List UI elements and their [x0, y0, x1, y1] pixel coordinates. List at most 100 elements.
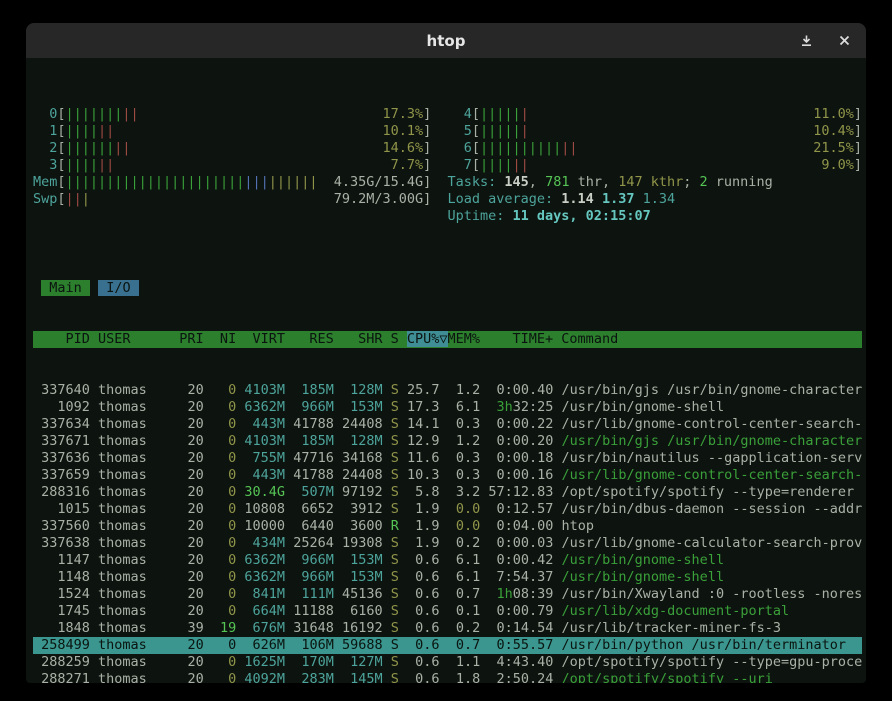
- cell-command: /usr/lib/gnome-control-center-search-: [562, 467, 863, 483]
- meter-line: 0[|||||||||17.3%] 4[||||||11.0%]: [33, 106, 862, 123]
- meter-label: Mem: [33, 174, 57, 191]
- cpu-meter-1: 1[||||||10.1%]: [33, 123, 431, 140]
- cell-res: 31648: [293, 620, 334, 636]
- meter-ticks-green: ||||: [480, 157, 513, 173]
- cell-mem: 1.2: [448, 382, 481, 398]
- meter-ticks-red: |: [521, 106, 529, 122]
- close-icon[interactable]: [836, 33, 852, 49]
- cell-cpu: 12.9: [407, 433, 440, 449]
- process-row[interactable]: 337671 thomas 20 0 4103M 185M 128M S 12.…: [33, 433, 862, 450]
- process-row[interactable]: 337636 thomas 20 0 755M 47716 34168 S 11…: [33, 450, 862, 467]
- tab-main[interactable]: Main: [41, 280, 90, 296]
- process-row[interactable]: 288316 thomas 20 0 30.4G 507M 97192 S 5.…: [33, 484, 862, 501]
- process-row[interactable]: 1524 thomas 20 0 841M 111M 45136 S 0.6 0…: [33, 586, 862, 603]
- meter-bar: |||||||||||||||||||||||||||||||4.35G/15.…: [66, 174, 424, 191]
- cell-mem: 0.7: [448, 586, 481, 602]
- cell-ni: 0: [212, 603, 236, 619]
- meter-ticks-red: ||: [513, 157, 529, 173]
- memory-meter: Mem[|||||||||||||||||||||||||||||||4.35G…: [33, 174, 431, 191]
- cell-cpu: 25.7: [407, 382, 440, 398]
- group-broadcast-icon[interactable]: [798, 33, 814, 49]
- cell-s: S: [391, 603, 399, 619]
- cell-command: /opt/spotify/spotify --type=renderer: [562, 484, 855, 500]
- cell-res: 41788: [293, 467, 334, 483]
- meter-ticks-green: ||||||||||: [480, 140, 561, 156]
- cell-user: thomas: [98, 654, 171, 670]
- meter-label: Swp: [33, 191, 57, 208]
- meter-ticks-green: ||||||||||||||||||||||: [66, 174, 245, 190]
- cell-s: S: [391, 637, 399, 653]
- cell-ni: 0: [212, 518, 236, 534]
- cell-s: S: [391, 450, 399, 466]
- cell-res: 47716: [293, 450, 334, 466]
- tasks-summary: Tasks: 145, 781 thr, 147 kthr; 2 running: [448, 174, 773, 191]
- cell-time: 0:00.42: [488, 552, 553, 568]
- cell-shr: 153M: [342, 569, 383, 585]
- meter-value: 21.5%: [813, 140, 854, 157]
- process-row-selected[interactable]: 258499 thomas 20 0 626M 106M 59688 S 0.6…: [33, 637, 862, 654]
- cell-pri: 20: [179, 569, 203, 585]
- process-table-header[interactable]: PID USER PRI NI VIRT RES SHR S CPU%▽MEM%…: [33, 331, 862, 348]
- window-titlebar[interactable]: htop: [26, 23, 866, 58]
- process-row[interactable]: 337638 thomas 20 0 434M 25264 19308 S 1.…: [33, 535, 862, 552]
- process-row[interactable]: 337560 thomas 20 0 10000 6440 3600 R 1.9…: [33, 518, 862, 535]
- cell-ni: 0: [212, 552, 236, 568]
- process-row[interactable]: 288259 thomas 20 0 1625M 170M 127M S 0.6…: [33, 654, 862, 671]
- meter-bracket: ]: [854, 106, 862, 123]
- process-row[interactable]: 1092 thomas 20 0 6362M 966M 153M S 17.3 …: [33, 399, 862, 416]
- cell-mem: 0.0: [448, 518, 481, 534]
- cell-virt: 755M: [244, 450, 285, 466]
- process-row[interactable]: 288271 thomas 20 0 4092M 283M 145M S 0.6…: [33, 671, 862, 683]
- meter-ticks-green: |||||: [480, 123, 521, 139]
- meter-bracket: ]: [423, 191, 431, 208]
- tab-io[interactable]: I/O: [98, 280, 139, 296]
- cell-ni: 0: [212, 399, 236, 415]
- process-row[interactable]: 337640 thomas 20 0 4103M 185M 128M S 25.…: [33, 382, 862, 399]
- cell-pri: 20: [179, 501, 203, 517]
- cell-pri: 20: [179, 586, 203, 602]
- meter-ticks-green: |||||||: [66, 106, 123, 122]
- cell-shr: 128M: [342, 433, 383, 449]
- process-row[interactable]: 1148 thomas 20 0 6362M 966M 153M S 0.6 6…: [33, 569, 862, 586]
- cell-mem: 0.2: [448, 535, 481, 551]
- header-columns: PID USER PRI NI VIRT RES SHR S: [33, 331, 407, 347]
- process-row[interactable]: 337634 thomas 20 0 443M 41788 24408 S 14…: [33, 416, 862, 433]
- cell-mem: 6.1: [448, 552, 481, 568]
- process-row[interactable]: 1147 thomas 20 0 6362M 966M 153M S 0.6 6…: [33, 552, 862, 569]
- cell-time: 0:55.57: [488, 637, 553, 653]
- meter-bracket: ]: [854, 157, 862, 174]
- cell-mem: 0.3: [448, 467, 481, 483]
- cell-shr: 34168: [342, 450, 383, 466]
- meter-label: 3: [33, 157, 57, 174]
- process-row[interactable]: 1745 thomas 20 0 664M 11188 6160 S 0.6 0…: [33, 603, 862, 620]
- cell-pid: 1745: [33, 603, 90, 619]
- cell-ni: 0: [212, 535, 236, 551]
- cell-ni: 0: [212, 654, 236, 670]
- meter-line: Mem[|||||||||||||||||||||||||||||||4.35G…: [33, 174, 862, 191]
- meter-bracket: [: [472, 106, 480, 123]
- cell-ni: 0: [212, 484, 236, 500]
- meter-label: 7: [448, 157, 472, 174]
- process-row[interactable]: 337659 thomas 20 0 443M 41788 24408 S 10…: [33, 467, 862, 484]
- meter-ticks-olive: |: [82, 191, 90, 207]
- cell-cpu: 5.8: [407, 484, 440, 500]
- cell-cpu: 0.6: [407, 637, 440, 653]
- cell-pri: 20: [179, 654, 203, 670]
- cell-cpu: 1.9: [407, 535, 440, 551]
- process-row[interactable]: 1848 thomas 39 19 676M 31648 16192 S 0.6…: [33, 620, 862, 637]
- cell-virt: 6362M: [244, 569, 285, 585]
- screen-tabs: Main I/O: [33, 280, 862, 297]
- cell-pri: 20: [179, 603, 203, 619]
- cell-s: S: [391, 416, 399, 432]
- cell-time: 0:00.79: [488, 603, 553, 619]
- cell-time: 08:39: [513, 586, 554, 602]
- meter-bracket: ]: [423, 157, 431, 174]
- cell-mem: 3.2: [448, 484, 481, 500]
- cell-pid: 288316: [33, 484, 90, 500]
- process-row[interactable]: 1015 thomas 20 0 10808 6652 3912 S 1.9 0…: [33, 501, 862, 518]
- sort-column-cpu[interactable]: CPU%▽: [407, 331, 448, 347]
- cell-pid: 1148: [33, 569, 90, 585]
- cell-res: 41788: [293, 416, 334, 432]
- cell-cpu: 17.3: [407, 399, 440, 415]
- cell-mem: 1.8: [448, 671, 481, 683]
